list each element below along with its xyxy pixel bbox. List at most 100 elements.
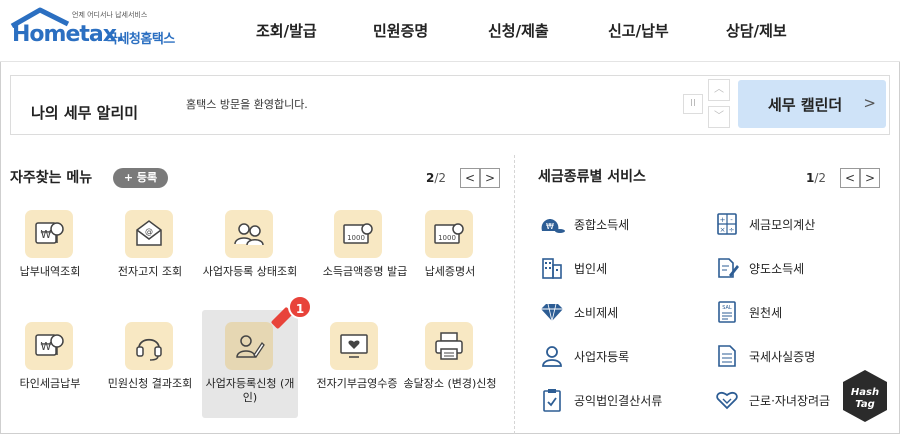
menu-e-donation-receipt[interactable]: 전자기부금영수증 (302, 322, 412, 392)
won-search-icon: ₩ (25, 322, 73, 370)
svg-text:×: × (720, 226, 726, 234)
service-label: 법인세 (574, 261, 608, 276)
service-earned-child-credit[interactable]: 근로·자녀장려금 (713, 388, 830, 412)
service-transfer-income-tax[interactable]: 양도소득세 (713, 256, 804, 280)
menu-delivery-address-change[interactable]: 송달장소 (변경)신청 (402, 322, 498, 402)
menu-civil-result[interactable]: 민원신청 결과조회 (102, 322, 198, 402)
svg-text:-: - (730, 216, 733, 224)
tax-calendar-button[interactable]: 세무 캘린더 > (738, 80, 886, 128)
person-icon (538, 344, 566, 368)
clipboard-check-icon (538, 388, 566, 412)
calculator-icon: + - × ÷ (713, 212, 741, 236)
svg-text:₩: ₩ (41, 340, 52, 353)
service-tax-simulation[interactable]: + - × ÷ 세금모의계산 (713, 212, 815, 236)
tax-notifier-bar: 나의 세무 알리미 홈택스 방문을 환영합니다. II ︿ ﹀ 세무 캘린더 > (10, 75, 890, 135)
menu-label: 타인세금납부 (19, 377, 81, 390)
printer-icon (425, 322, 473, 370)
tax-calendar-label: 세무 캘린더 (768, 96, 843, 114)
logo-kr-name: 국세청홈택스 (106, 32, 175, 47)
nav-item-consult[interactable]: 상담/제보 (726, 20, 787, 41)
menu-label: 전자기부금영수증 (316, 377, 398, 390)
svg-text:₩: ₩ (41, 228, 52, 241)
document-icon (713, 344, 741, 368)
service-business-registration[interactable]: 사업자등록 (538, 344, 629, 368)
service-withholding-tax[interactable]: SAL 원천세 (713, 300, 782, 324)
menu-business-registration-individual[interactable]: 사업자등록신청 (개인) (202, 322, 298, 404)
svg-text:+: + (720, 216, 726, 224)
service-label: 원천세 (749, 305, 783, 320)
service-label: 양도소득세 (749, 261, 805, 276)
person-pen-icon (225, 322, 273, 370)
menu-label: 전자고지 조회 (117, 265, 183, 278)
services-next-button[interactable]: > (860, 168, 880, 188)
svg-text:÷: ÷ (729, 226, 735, 234)
certificate-1000-icon: 1000 (425, 210, 473, 258)
service-corporate-tax[interactable]: 법인세 (538, 256, 607, 280)
watermark-line1: Hash (851, 387, 879, 398)
chevron-right-icon: > (863, 94, 876, 112)
svg-text:₩: ₩ (546, 222, 554, 231)
menu-label: 사업자등록 상태조회 (202, 265, 298, 278)
menu-pay-others-tax[interactable]: ₩ 타인세금납부 (2, 322, 98, 392)
menu-payment-history[interactable]: ₩ 납부내역조회 (2, 210, 98, 280)
register-button[interactable]: + 등록 (113, 168, 168, 188)
hashtag-watermark-logo: Hash Tag (840, 368, 890, 424)
menu-label: 사업자등록신청 (개인) (205, 377, 295, 404)
service-consumption-tax[interactable]: 소비제세 (538, 300, 618, 324)
menu-business-status[interactable]: 사업자등록 상태조회 (202, 210, 298, 290)
services-title: 세금종류별 서비스 (538, 169, 646, 185)
panel-divider (514, 155, 515, 434)
scroll-up-button[interactable]: ︿ (708, 79, 730, 101)
menu-label: 송달장소 (변경)신청 (403, 377, 497, 390)
nav-item-certificate[interactable]: 민원증명 (373, 20, 428, 41)
menu-label: 민원신청 결과조회 (107, 377, 193, 390)
step-badge: 1 (288, 295, 312, 319)
people-search-icon (225, 210, 273, 258)
service-global-income-tax[interactable]: ₩ 종합소득세 (538, 212, 629, 236)
heart-hands-icon (713, 388, 741, 412)
nav-item-filing[interactable]: 신고/납부 (608, 20, 669, 41)
service-label: 사업자등록 (574, 349, 630, 364)
notifier-title: 나의 세무 알리미 (31, 104, 139, 122)
svg-text:SAL: SAL (722, 305, 732, 311)
service-tax-fact-certificate[interactable]: 국세사실증명 (713, 344, 815, 368)
services-prev-button[interactable]: < (840, 168, 860, 188)
frequent-pager: 2/2 (426, 171, 446, 185)
building-icon (538, 256, 566, 280)
service-label: 세금모의계산 (749, 217, 816, 232)
document-pen-icon (713, 256, 741, 280)
frequent-prev-button[interactable]: < (460, 168, 480, 188)
svg-text:@: @ (145, 227, 153, 236)
menu-label: 납세증명서 (424, 265, 476, 278)
svg-text:1000: 1000 (438, 234, 456, 242)
service-label: 국세사실증명 (749, 349, 816, 364)
hometax-logo[interactable]: 언제 어디서나 납세서비스 Hometax. 국세청홈택스 (10, 6, 190, 56)
nav-item-inquiry[interactable]: 조회/발급 (256, 20, 317, 41)
notifier-message[interactable]: 홈택스 방문을 환영합니다. (186, 96, 308, 112)
svg-text:1000: 1000 (347, 234, 365, 242)
header: 언제 어디서나 납세서비스 Hometax. 국세청홈택스 조회/발급 민원증명… (0, 0, 900, 62)
pause-button[interactable]: II (683, 94, 703, 114)
certificate-1000-icon: 1000 (334, 210, 382, 258)
logo-tagline: 언제 어디서나 납세서비스 (72, 11, 148, 19)
won-search-icon: ₩ (25, 210, 73, 258)
services-page-total: /2 (814, 171, 827, 185)
menu-e-notice[interactable]: @ 전자고지 조회 (102, 210, 198, 280)
nav-item-application[interactable]: 신청/제출 (488, 20, 549, 41)
headset-icon (125, 322, 173, 370)
service-label: 공익법인결산서류 (574, 393, 663, 408)
menu-label: 납부내역조회 (19, 265, 81, 278)
service-public-corp-settlement[interactable]: 공익법인결산서류 (538, 388, 662, 412)
diamond-icon (538, 300, 566, 324)
service-label: 소비제세 (574, 305, 619, 320)
frequent-next-button[interactable]: > (480, 168, 500, 188)
frequent-page-total: /2 (434, 171, 447, 185)
menu-tax-payment-certificate[interactable]: 1000 납세증명서 (402, 210, 498, 280)
monitor-heart-icon (330, 322, 378, 370)
receipt-icon: SAL (713, 300, 741, 324)
scroll-down-button[interactable]: ﹀ (708, 106, 730, 128)
frequent-menu-title: 자주찾는 메뉴 (10, 170, 93, 186)
service-label: 종합소득세 (574, 217, 630, 232)
envelope-at-icon: @ (125, 210, 173, 258)
service-label: 근로·자녀장려금 (749, 393, 831, 408)
